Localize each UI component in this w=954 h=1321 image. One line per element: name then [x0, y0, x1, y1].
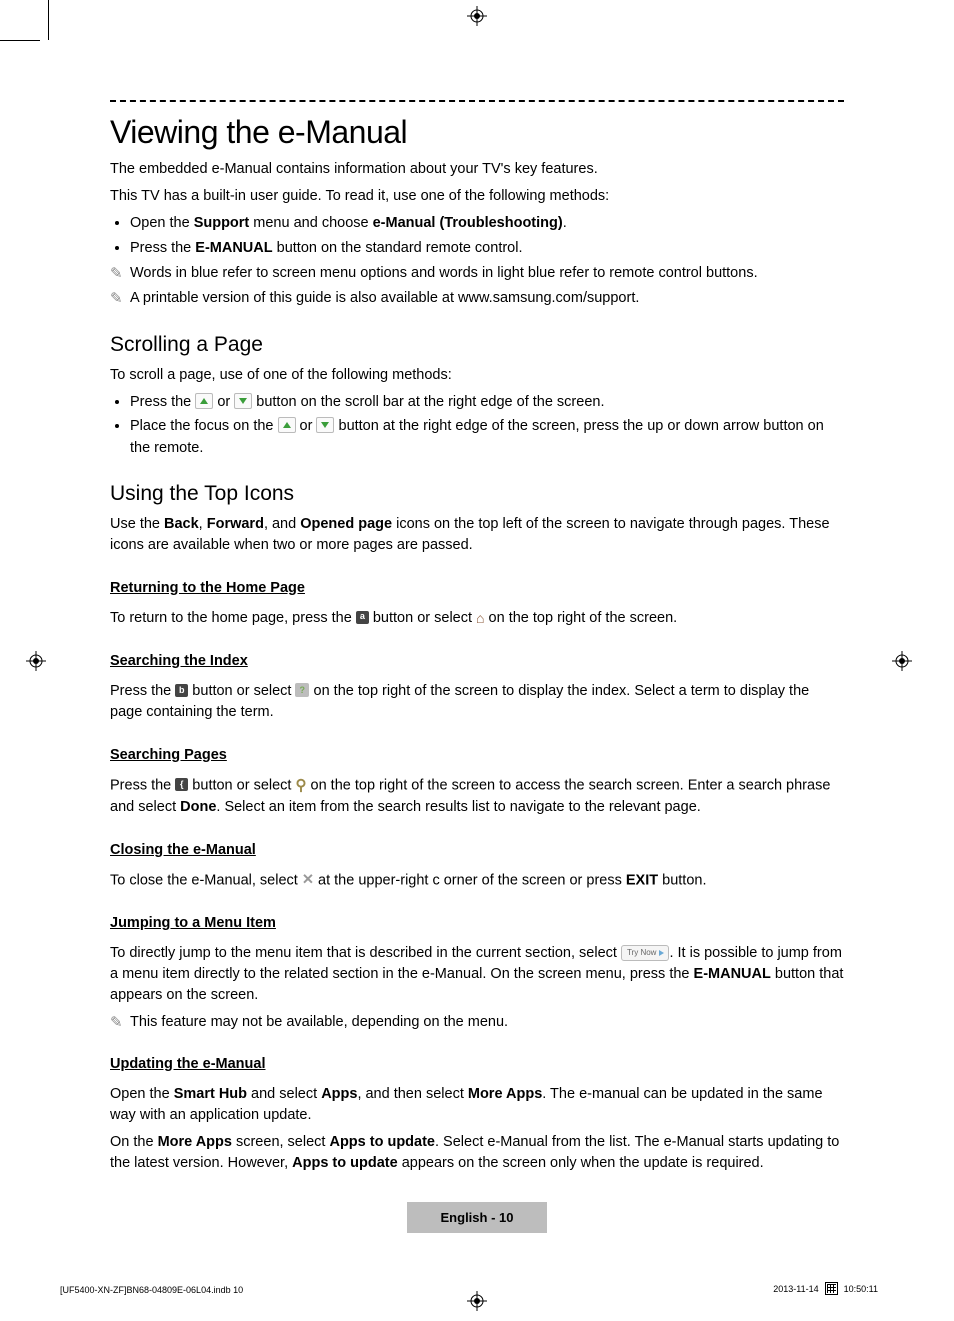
remote-c-icon: {	[175, 778, 188, 791]
remote-a-icon: a	[356, 611, 369, 624]
updating-p1: Open the Smart Hub and select Apps, and …	[110, 1084, 844, 1126]
section-heading: Using the Top Icons	[110, 482, 844, 506]
closing-text: To close the e-Manual, select ✕ at the u…	[110, 870, 844, 891]
list-item: Press the or button on the scroll bar at…	[130, 392, 844, 414]
intro-line: The embedded e-Manual contains informati…	[110, 159, 844, 180]
registration-mark-icon	[467, 1291, 487, 1311]
list-item: Open the Support menu and choose e-Manua…	[130, 213, 844, 235]
subsection-heading: Searching the Index	[110, 653, 248, 669]
print-job-timestamp: 2013-11-14 10:50:11	[773, 1282, 878, 1295]
note-icon: ✎	[110, 263, 130, 286]
calendar-icon	[825, 1282, 838, 1295]
open-methods-list: Open the Support menu and choose e-Manua…	[110, 213, 844, 260]
arrow-down-icon	[234, 393, 252, 409]
subsection-heading: Jumping to a Menu Item	[110, 915, 276, 931]
arrow-up-icon	[278, 417, 296, 433]
subsection-heading: Updating the e-Manual	[110, 1056, 265, 1072]
updating-p2: On the More Apps screen, select Apps to …	[110, 1132, 844, 1174]
arrow-down-icon	[316, 417, 334, 433]
list-item: Place the focus on the or button at the …	[130, 416, 844, 460]
registration-mark-icon	[467, 6, 487, 26]
index-icon	[295, 683, 309, 697]
search-text: Press the { button or select ⚲ on the to…	[110, 775, 844, 818]
section-heading: Scrolling a Page	[110, 333, 844, 357]
page-number-footer: English - 10	[407, 1202, 547, 1233]
subsection-heading: Returning to the Home Page	[110, 580, 305, 596]
print-job-filename: [UF5400-XN-ZF]BN68-04809E-06L04.indb 10	[60, 1285, 243, 1295]
note-item: ✎ This feature may not be available, dep…	[110, 1012, 844, 1035]
search-icon: ⚲	[295, 777, 306, 794]
note-icon: ✎	[110, 288, 130, 311]
note-item: ✎ Words in blue refer to screen menu opt…	[110, 263, 844, 286]
jumping-text: To directly jump to the menu item that i…	[110, 943, 844, 1006]
registration-mark-icon	[892, 651, 912, 671]
note-icon: ✎	[110, 1012, 130, 1035]
registration-mark-icon	[26, 651, 46, 671]
try-now-button-icon: Try Now	[621, 945, 669, 961]
scroll-intro: To scroll a page, use of one of the foll…	[110, 365, 844, 386]
home-icon: ⌂	[476, 610, 484, 626]
scroll-list: Press the or button on the scroll bar at…	[110, 392, 844, 460]
list-item: Press the E-MANUAL button on the standar…	[130, 238, 844, 260]
page-content: Viewing the e-Manual The embedded e-Manu…	[110, 100, 844, 1233]
topicons-intro: Use the Back, Forward, and Opened page i…	[110, 514, 844, 556]
close-icon: ✕	[302, 872, 314, 888]
remote-b-icon: b	[175, 684, 188, 697]
page-title: Viewing the e-Manual	[110, 100, 844, 151]
subsection-heading: Searching Pages	[110, 747, 227, 763]
note-item: ✎ A printable version of this guide is a…	[110, 288, 844, 311]
subsection-heading: Closing the e-Manual	[110, 842, 256, 858]
arrow-up-icon	[195, 393, 213, 409]
index-text: Press the b button or select on the top …	[110, 681, 844, 723]
play-icon	[659, 950, 664, 956]
intro-line: This TV has a built-in user guide. To re…	[110, 186, 844, 207]
home-text: To return to the home page, press the a …	[110, 608, 844, 629]
